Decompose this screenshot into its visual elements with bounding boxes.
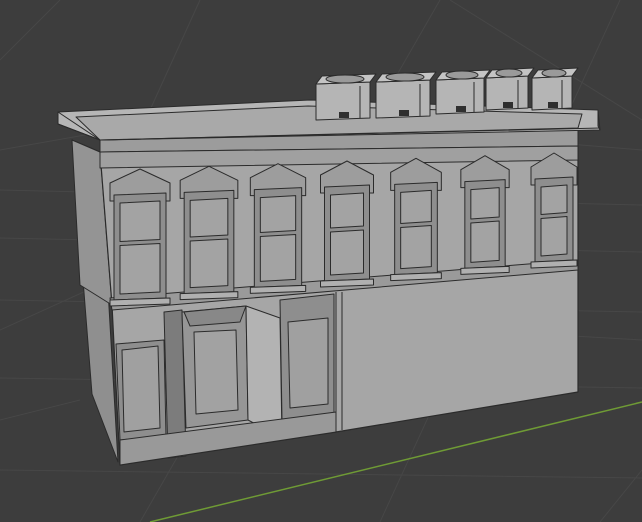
window-sash-upper [540,184,568,215]
hvac-fan [385,72,425,82]
window-sash-upper [470,187,500,220]
window-sill [390,272,442,282]
hvac-fan [325,74,365,84]
rooftop-hvac-unit [485,67,535,111]
grid-line [0,0,61,61]
window-sash-lower [259,234,297,282]
hvac-vent [456,106,466,112]
upper-window [460,155,510,275]
window-sash-upper [119,200,161,242]
window-sash-upper [330,192,364,229]
rooftop-hvac-unit [435,69,491,115]
window-sash-lower [400,225,432,270]
hvac-fan [495,68,523,78]
rooftop-hvac-unit [375,71,437,119]
window-sill [179,291,239,301]
window-sash-lower [540,216,568,257]
window-sash-upper [259,195,297,233]
window-sash-upper [400,189,432,224]
window-sash-upper [189,197,229,238]
building-model[interactable] [57,67,601,466]
rooftop-hvac-unit [315,73,377,121]
window-sill [460,265,510,275]
storefront-window-pane [121,345,161,433]
grid-line [0,399,81,421]
rooftop-hvac-unit [531,67,579,111]
storefront-window-pane [287,317,329,409]
grid-line [0,469,642,479]
window-sill [530,259,578,269]
upper-window [390,157,442,282]
storefront-splay [245,305,283,439]
door [193,329,239,415]
window-sill [320,278,374,288]
hvac-fan [541,68,567,78]
hvac-vent [339,112,349,118]
window-sash-lower [470,220,500,263]
hvac-vent [399,110,409,116]
upper-window [249,163,307,294]
upper-window [530,152,578,269]
window-sash-lower [119,243,161,295]
hvac-vent [548,102,558,108]
3d-viewport[interactable] [0,0,642,522]
upper-window [320,160,374,288]
window-sill [109,297,171,307]
grid-line [149,0,201,111]
window-sash-lower [330,229,364,276]
hvac-vent [503,102,513,108]
window-sill [249,284,307,294]
viewport-canvas[interactable] [0,0,642,522]
window-sash-lower [189,238,229,289]
hvac-fan [445,70,479,80]
upper-window [109,168,171,307]
upper-window [179,165,239,301]
